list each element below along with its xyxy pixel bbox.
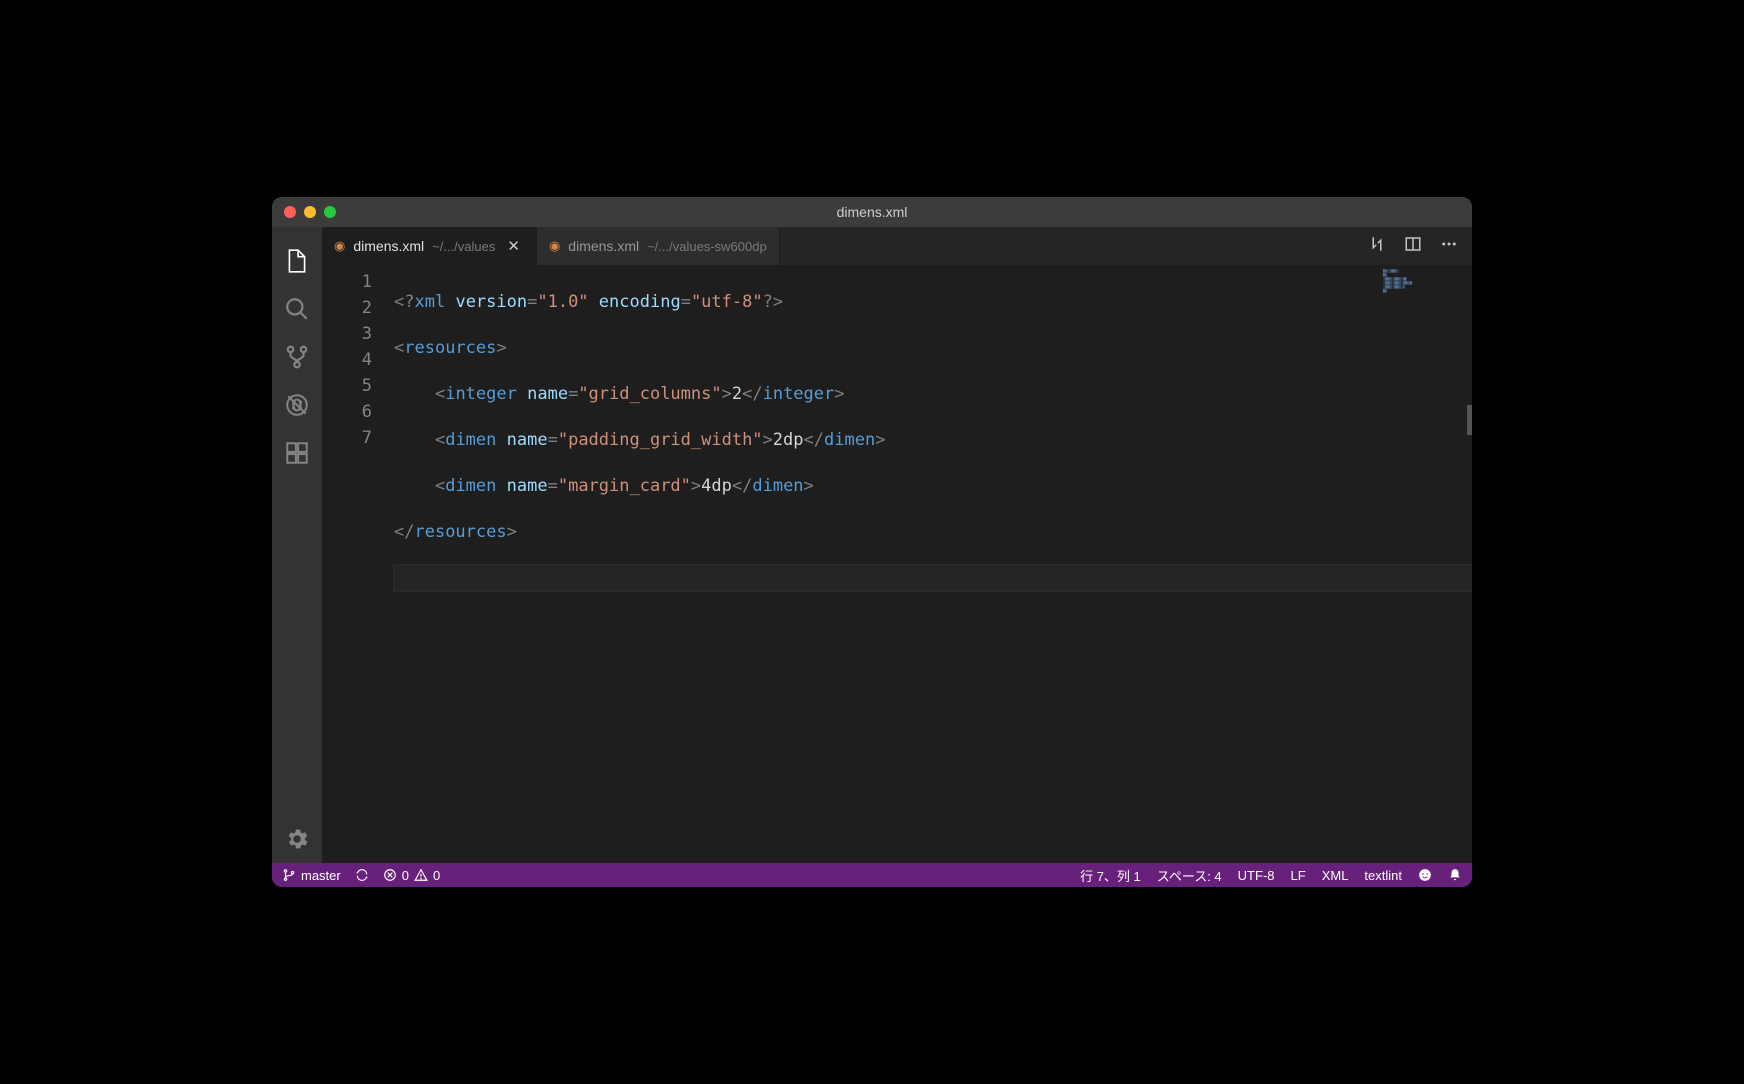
cursor-position[interactable]: 行 7、列 1 [1080,866,1141,885]
titlebar[interactable]: dimens.xml [272,197,1472,227]
code-line[interactable]: <resources> [394,335,1472,361]
split-editor-icon[interactable] [1404,235,1422,258]
line-number: 3 [322,321,372,347]
status-bar: master 0 0 行 7、列 1 スペース: 4 UTF-8 LF XML … [272,863,1472,887]
tab-filename: dimens.xml [568,238,639,254]
more-actions-icon[interactable] [1440,235,1458,258]
problems-status[interactable]: 0 0 [383,868,440,883]
indentation-status[interactable]: スペース: 4 [1157,866,1222,885]
close-window-button[interactable] [284,206,296,218]
code-line-current[interactable] [394,565,1472,591]
explorer-icon[interactable] [272,237,322,285]
code-line[interactable]: <?xml version="1.0" encoding="utf-8"?> [394,289,1472,315]
git-branch-status[interactable]: master [282,868,341,883]
scrollbar-thumb[interactable] [1467,405,1472,435]
debug-icon[interactable] [272,381,322,429]
line-number: 7 [322,425,372,451]
close-tab-icon[interactable]: ✕ [503,237,524,255]
textlint-status[interactable]: textlint [1364,868,1402,883]
minimize-window-button[interactable] [304,206,316,218]
tab-path: ~/.../values [432,239,495,254]
code-content[interactable]: <?xml version="1.0" encoding="utf-8"?> <… [394,265,1472,863]
notifications-bell-icon[interactable] [1448,868,1462,882]
line-number: 5 [322,373,372,399]
search-icon[interactable] [272,285,322,333]
maximize-window-button[interactable] [324,206,336,218]
line-number: 2 [322,295,372,321]
language-mode[interactable]: XML [1322,868,1349,883]
activity-bar [272,227,322,863]
feedback-smiley-icon[interactable] [1418,868,1432,882]
error-count: 0 [402,868,409,883]
tab-actions [1368,227,1472,265]
line-number: 4 [322,347,372,373]
compare-changes-icon[interactable] [1368,235,1386,258]
line-number-gutter: 1 2 3 4 5 6 7 [322,265,394,863]
code-line[interactable]: </resources> [394,519,1472,545]
encoding-status[interactable]: UTF-8 [1238,868,1275,883]
tab-path: ~/.../values-sw600dp [647,239,767,254]
xml-file-icon: ◉ [549,238,560,254]
tab-dimens-values[interactable]: ◉ dimens.xml ~/.../values ✕ [322,227,537,265]
tab-bar: ◉ dimens.xml ~/.../values ✕ ◉ dimens.xml… [322,227,1472,265]
code-line[interactable]: <dimen name="padding_grid_width">2dp</di… [394,427,1472,453]
code-line[interactable]: <integer name="grid_columns">2</integer> [394,381,1472,407]
eol-status[interactable]: LF [1291,868,1306,883]
editor-window: dimens.xml [272,197,1472,887]
xml-file-icon: ◉ [334,238,345,254]
settings-gear-icon[interactable] [272,815,322,863]
extensions-icon[interactable] [272,429,322,477]
tab-dimens-sw600dp[interactable]: ◉ dimens.xml ~/.../values-sw600dp [537,227,780,265]
source-control-icon[interactable] [272,333,322,381]
sync-button[interactable] [355,868,369,882]
window-title: dimens.xml [837,204,908,220]
code-editor[interactable]: 1 2 3 4 5 6 7 <?xml version="1.0" encodi… [322,265,1472,863]
line-number: 6 [322,399,372,425]
warning-count: 0 [433,868,440,883]
traffic-lights [272,206,336,218]
editor-area: ◉ dimens.xml ~/.../values ✕ ◉ dimens.xml… [322,227,1472,863]
branch-name: master [301,868,341,883]
code-line[interactable]: <dimen name="margin_card">4dp</dimen> [394,473,1472,499]
minimap[interactable]: █▓▒░▓█▓▒░█▓░▓█▓▒░▓█▓▒░▓█░▓█▓▒░▓█▓▒░▓█▓▒█… [1383,269,1458,293]
line-number: 1 [322,269,372,295]
main-body: ◉ dimens.xml ~/.../values ✕ ◉ dimens.xml… [272,227,1472,863]
tab-filename: dimens.xml [353,238,424,254]
